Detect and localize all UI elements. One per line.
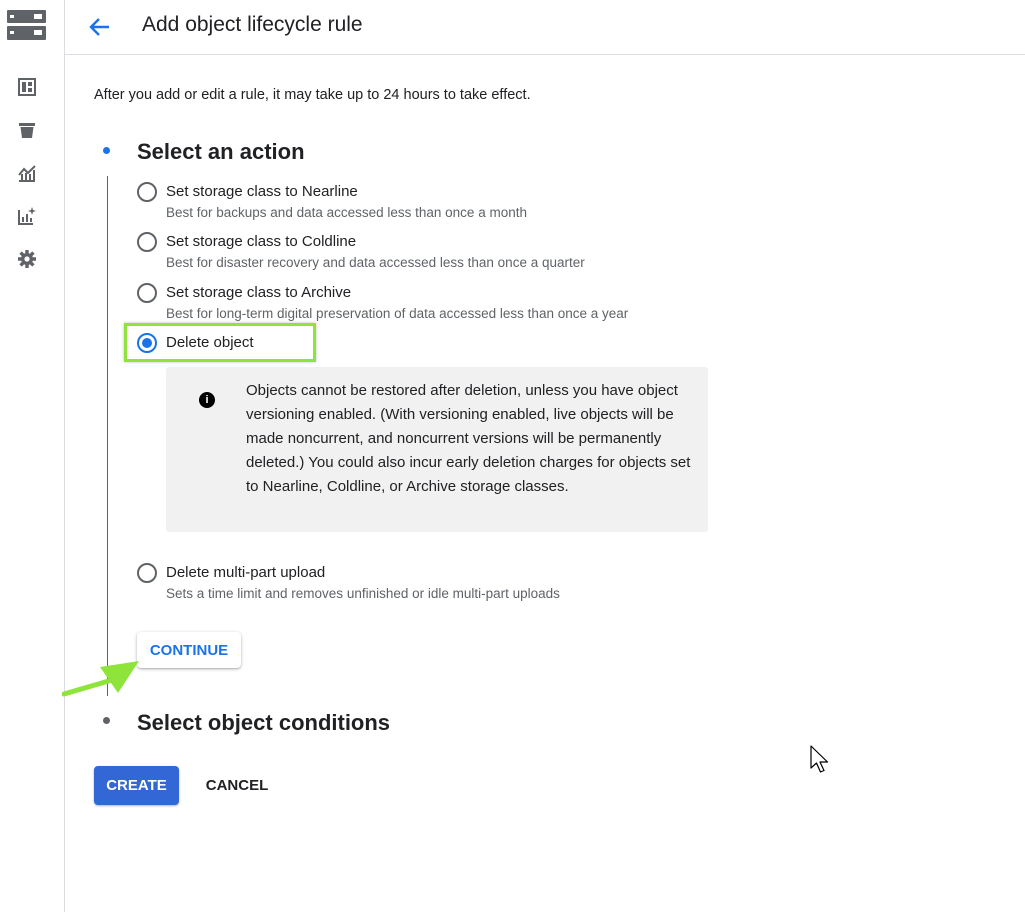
dashboard-icon[interactable] (17, 77, 37, 97)
step-1-title: Select an action (137, 139, 305, 164)
create-button[interactable]: CREATE (94, 766, 179, 805)
step-1-indicator (103, 147, 110, 154)
option-label: Delete object (166, 334, 254, 351)
insights-icon[interactable] (17, 206, 37, 226)
continue-button[interactable]: CONTINUE (137, 632, 241, 668)
option-label: Delete multi-part upload (166, 564, 326, 581)
info-icon: i (199, 392, 215, 408)
back-arrow-icon[interactable] (87, 14, 113, 40)
deletion-info-text: Objects cannot be restored after deletio… (246, 382, 691, 495)
step-connector-line (107, 176, 108, 696)
option-label: Set storage class to Nearline (166, 183, 358, 200)
monitoring-icon[interactable] (17, 163, 37, 183)
bucket-icon[interactable] (17, 120, 37, 140)
option-description: Best for disaster recovery and data acce… (166, 255, 585, 270)
option-label: Set storage class to Coldline (166, 233, 357, 250)
deletion-info-box: i Objects cannot be restored after delet… (166, 367, 708, 532)
option-archive[interactable]: Set storage class to Archive Best for lo… (137, 281, 697, 325)
option-label: Set storage class to Archive (166, 284, 352, 301)
step-2-indicator (103, 717, 110, 724)
option-delete-object[interactable]: Delete object (137, 331, 307, 357)
propagation-notice: After you add or edit a rule, it may tak… (94, 87, 531, 103)
mouse-pointer-icon (810, 745, 829, 773)
radio-delete-object[interactable] (137, 333, 157, 353)
radio-archive[interactable] (137, 283, 157, 303)
top-bar: Add object lifecycle rule (65, 0, 1025, 55)
nav-rail (0, 0, 65, 912)
option-nearline[interactable]: Set storage class to Nearline Best for b… (137, 180, 697, 224)
annotation-arrow-icon (62, 661, 139, 697)
option-description: Sets a time limit and removes unfinished… (166, 586, 560, 601)
radio-nearline[interactable] (137, 182, 157, 202)
option-coldline[interactable]: Set storage class to Coldline Best for d… (137, 230, 697, 274)
option-description: Best for backups and data accessed less … (166, 205, 527, 220)
settings-icon[interactable] (17, 249, 37, 269)
option-delete-multipart[interactable]: Delete multi-part upload Sets a time lim… (137, 561, 697, 605)
radio-delete-multipart[interactable] (137, 563, 157, 583)
cancel-button[interactable]: CANCEL (193, 766, 281, 805)
option-description: Best for long-term digital preservation … (166, 306, 629, 321)
page-title: Add object lifecycle rule (142, 13, 363, 36)
radio-coldline[interactable] (137, 232, 157, 252)
step-2-title[interactable]: Select object conditions (137, 710, 390, 736)
storage-logo-icon (7, 10, 46, 40)
